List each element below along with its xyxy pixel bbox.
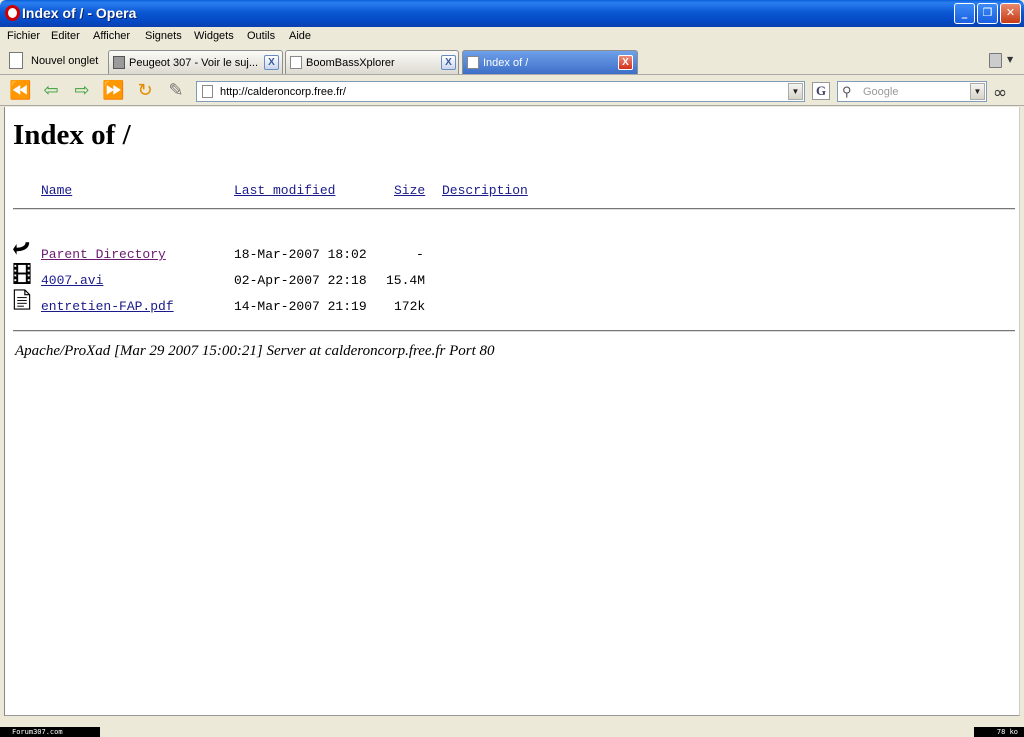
file-size: 15.4M	[386, 273, 426, 288]
file-modified: 18-Mar-2007 18:02	[234, 247, 367, 262]
window-title: Index of / - Opera	[22, 5, 137, 21]
file-size: 172k	[394, 299, 426, 314]
status-left-text: Forum307.com	[0, 727, 100, 737]
file-link-entretien-fap-pdf[interactable]: entretien-FAP.pdf	[41, 299, 174, 314]
file-modified: 14-Mar-2007 21:19	[234, 299, 367, 314]
status-bar: Forum307.com 78 ko	[0, 717, 1024, 737]
search-dropdown-button[interactable]: ▼	[970, 83, 985, 100]
divider	[13, 208, 1015, 210]
menu-bar: Fichier Editer Afficher Signets Widgets …	[0, 27, 1024, 47]
tab-close-button[interactable]: X	[264, 55, 279, 70]
divider	[13, 330, 1015, 332]
edit-icon[interactable]: ✎	[165, 80, 187, 102]
new-tab-label: Nouvel onglet	[31, 55, 99, 67]
page-content: Index of / Name Last modified Size Descr…	[4, 107, 1020, 716]
file-link-parent-directory[interactable]: Parent Directory	[41, 247, 166, 262]
column-size-link[interactable]: Size	[394, 183, 425, 198]
column-name-link[interactable]: Name	[41, 183, 72, 198]
tab-boombassxplorer[interactable]: BoomBassXplorer X	[285, 50, 459, 74]
server-signature: Apache/ProXad [Mar 29 2007 15:00:21] Ser…	[15, 343, 495, 359]
film-icon	[13, 263, 31, 284]
menu-afficher[interactable]: Afficher	[93, 30, 130, 42]
reload-icon[interactable]: ↻	[134, 80, 156, 102]
tab-close-button[interactable]: X	[441, 55, 456, 70]
menu-signets[interactable]: Signets	[145, 30, 182, 42]
glasses-icon[interactable]: ∞	[993, 83, 1007, 103]
search-placeholder: Google	[863, 86, 899, 98]
tab-label: Peugeot 307 - Voir le suj...	[129, 57, 259, 69]
tab-close-button[interactable]: X	[618, 55, 633, 70]
file-link-4007-avi[interactable]: 4007.avi	[41, 273, 103, 288]
back-icon[interactable]: ⇦	[40, 80, 62, 102]
menu-fichier[interactable]: Fichier	[7, 30, 40, 42]
search-input[interactable]: ⚲ Google ▼	[837, 81, 987, 102]
window-title-bar[interactable]: Index of / - Opera _ ❐ ✕	[0, 0, 1024, 27]
menu-editer[interactable]: Editer	[51, 30, 80, 42]
document-icon	[13, 289, 31, 310]
maximize-button[interactable]: ❐	[977, 3, 998, 24]
page-icon	[290, 56, 302, 69]
tab-label: BoomBassXplorer	[306, 57, 395, 69]
status-page-size: 78 ko	[974, 727, 1024, 737]
forward-icon[interactable]: ⇨	[71, 80, 93, 102]
search-icon: ⚲	[842, 84, 852, 99]
trash-icon[interactable]	[989, 53, 1002, 68]
menu-outils[interactable]: Outils	[247, 30, 275, 42]
page-icon	[202, 85, 213, 98]
tool-icon	[113, 56, 125, 69]
back-arrow-icon	[13, 242, 30, 255]
page-icon	[467, 56, 479, 69]
column-modified-link[interactable]: Last modified	[234, 183, 335, 198]
close-window-button[interactable]: ✕	[1000, 3, 1021, 24]
page-title: Index of /	[13, 119, 131, 151]
column-description-link[interactable]: Description	[442, 183, 528, 198]
google-engine-icon[interactable]: G	[812, 82, 830, 100]
fast-forward-icon[interactable]: ⏩	[102, 80, 124, 102]
file-size: -	[416, 247, 424, 262]
menu-aide[interactable]: Aide	[289, 30, 311, 42]
tab-index-of[interactable]: Index of / X	[462, 50, 638, 74]
address-field[interactable]: http://calderoncorp.free.fr/ ▼	[196, 81, 805, 102]
new-tab-icon	[9, 52, 23, 69]
menu-widgets[interactable]: Widgets	[194, 30, 234, 42]
navigation-toolbar: ⏪ ⇦ ⇨ ⏩ ↻ ✎ http://calderoncorp.free.fr/…	[0, 76, 1024, 106]
file-modified: 02-Apr-2007 22:18	[234, 273, 367, 288]
tab-label: Index of /	[483, 57, 529, 69]
opera-logo-icon	[5, 5, 20, 21]
address-url: http://calderoncorp.free.fr/	[220, 86, 346, 98]
tab-peugeot[interactable]: Peugeot 307 - Voir le suj... X	[108, 50, 283, 74]
rewind-icon[interactable]: ⏪	[9, 80, 31, 102]
tab-bar: Nouvel onglet Peugeot 307 - Voir le suj.…	[0, 47, 1024, 75]
minimize-button[interactable]: _	[954, 3, 975, 24]
chevron-down-icon[interactable]: ▼	[1007, 55, 1013, 64]
address-dropdown-button[interactable]: ▼	[788, 83, 803, 100]
